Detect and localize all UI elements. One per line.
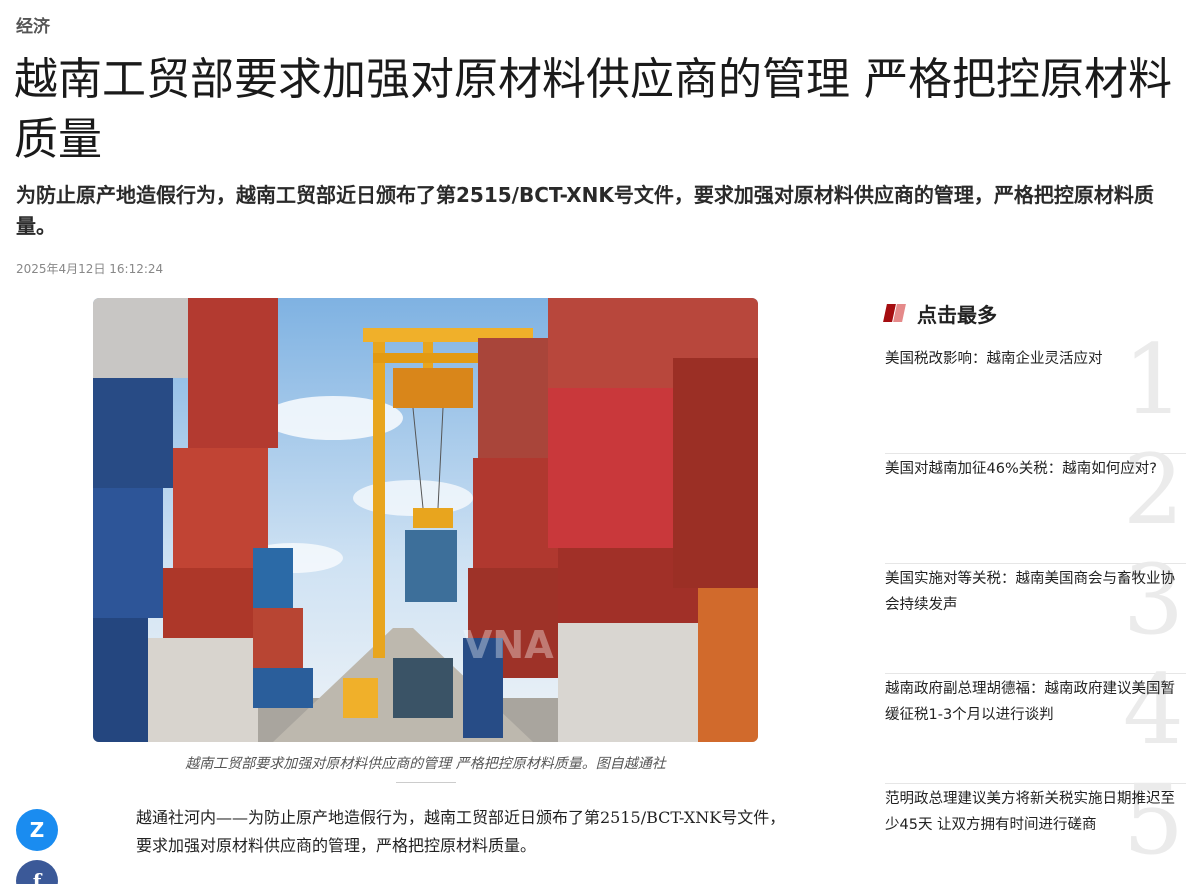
facebook-share-button[interactable]: f <box>16 860 58 884</box>
most-clicked-link[interactable]: 美国实施对等关税：越南美国商会与畜牧业协会持续发声 <box>885 566 1175 618</box>
most-clicked-list: 1 美国税改影响：越南企业灵活应对 2 美国对越南加征46%关税：越南如何应对?… <box>885 332 1186 884</box>
most-clicked-sidebar: 点击最多 1 美国税改影响：越南企业灵活应对 2 美国对越南加征46%关税：越南… <box>883 298 1186 884</box>
most-clicked-link[interactable]: 美国税改影响：越南企业灵活应对 <box>885 346 1175 372</box>
image-watermark: VNA <box>463 623 554 667</box>
article-hero-image[interactable]: VNA <box>93 298 758 742</box>
most-clicked-link[interactable]: 范明政总理建议美方将新关税实施日期推迟至少45天 让双方拥有时间进行磋商 <box>885 786 1175 838</box>
section-marker-icon <box>883 303 906 323</box>
article-timestamp: 2025年4月12日 16:12:24 <box>16 262 164 276</box>
most-clicked-item[interactable]: 5 范明政总理建议美方将新关税实施日期推迟至少45天 让双方拥有时间进行磋商 <box>885 772 1186 884</box>
container-port-illustration: VNA <box>93 298 758 742</box>
zalo-share-button[interactable]: Z <box>16 809 58 851</box>
article-summary: 为防止原产地造假行为，越南工贸部近日颁布了第2515/BCT-XNK号文件，要求… <box>16 183 1154 238</box>
article-title: 越南工贸部要求加强对原材料供应商的管理 严格把控原材料质量 <box>14 54 1172 165</box>
image-caption: 越南工贸部要求加强对原材料供应商的管理 严格把控原材料质量。图自越通社 <box>185 756 666 772</box>
facebook-icon: f <box>32 869 42 884</box>
most-clicked-link[interactable]: 美国对越南加征46%关税：越南如何应对? <box>885 456 1175 482</box>
article-body-text: 越通社河内——为防止原产地造假行为，越南工贸部近日颁布了第2515/BCT-XN… <box>136 808 786 855</box>
zalo-icon: Z <box>29 818 45 842</box>
caption-divider <box>396 782 456 783</box>
sidebar-title: 点击最多 <box>917 302 997 327</box>
category-label[interactable]: 经济 <box>16 12 50 37</box>
most-clicked-link[interactable]: 越南政府副总理胡德福：越南政府建议美国暂缓征税1-3个月以进行谈判 <box>885 676 1175 728</box>
